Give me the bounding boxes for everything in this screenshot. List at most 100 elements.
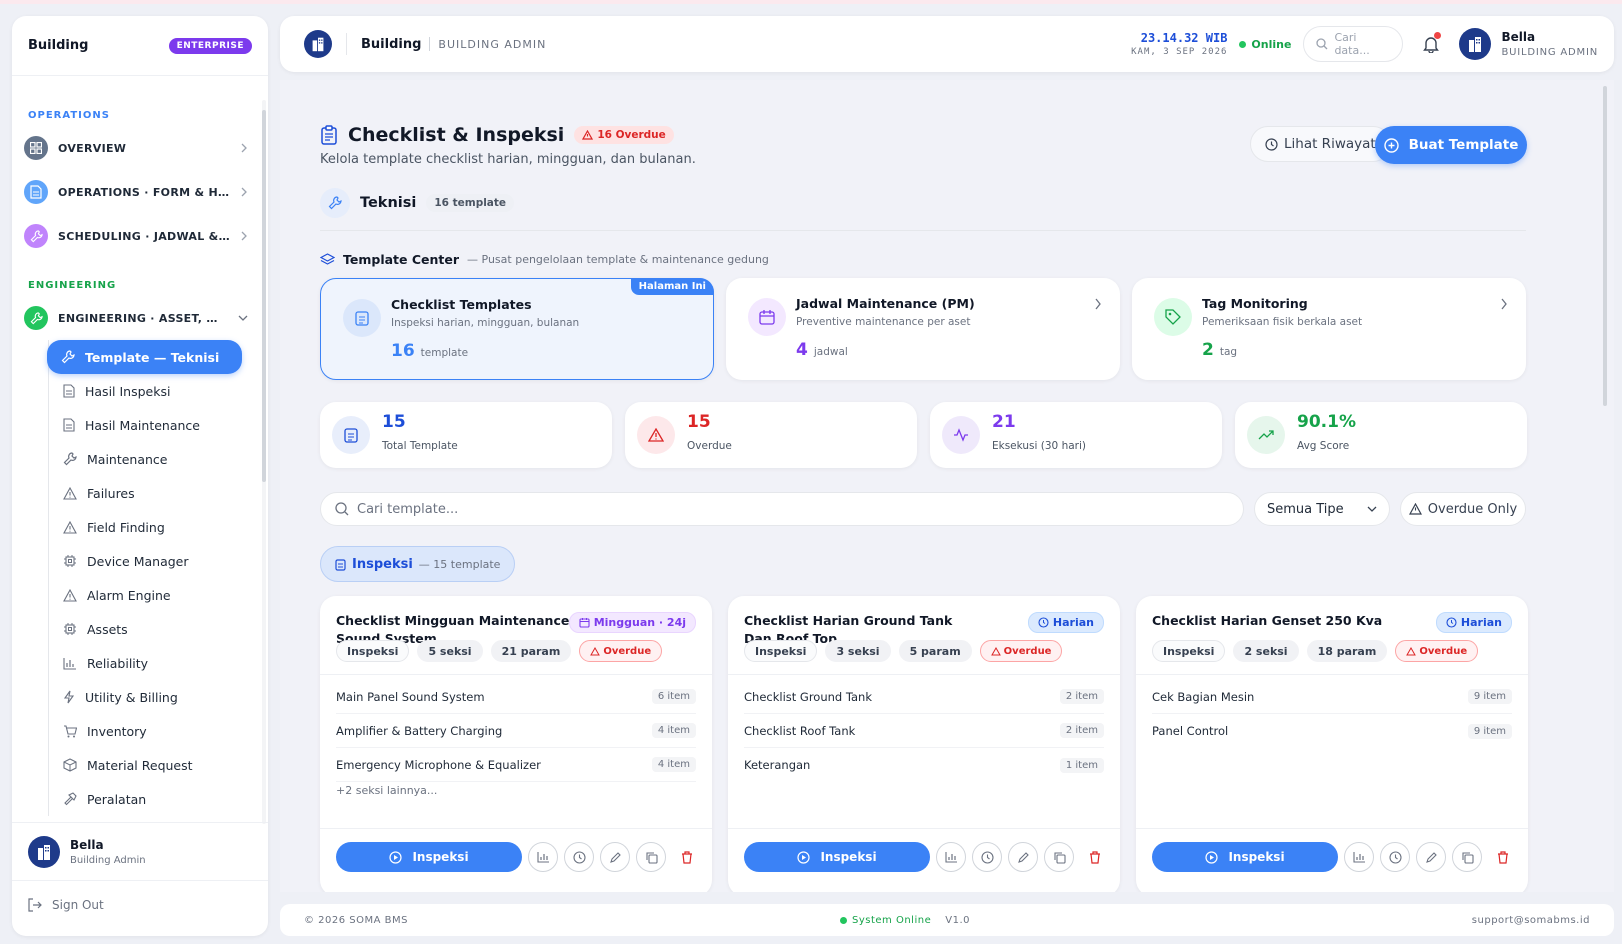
stats-button[interactable] xyxy=(1344,842,1374,872)
section-name: Emergency Microphone & Equalizer xyxy=(336,757,541,772)
role-name: Teknisi xyxy=(360,195,417,211)
sidebar-subitem[interactable]: Reliability xyxy=(49,646,260,680)
sidebar-subitem[interactable]: Assets xyxy=(49,612,260,646)
maintenance-schedule-card[interactable]: Jadwal Maintenance (PM) Preventive maint… xyxy=(726,278,1120,380)
template-card[interactable]: Checklist Harian Genset 250 Kva Harian Ins… xyxy=(1136,596,1528,892)
template-actions: Inspeksi xyxy=(744,842,1110,872)
duplicate-button[interactable] xyxy=(1452,842,1482,872)
section-row: Amplifier & Battery Charging 4 item xyxy=(336,714,696,748)
group-tab-inspeksi[interactable]: Inspeksi — 15 template xyxy=(320,546,516,582)
sidebar-subitem[interactable]: Maintenance xyxy=(49,442,260,476)
edit-button[interactable] xyxy=(600,842,630,872)
type-select-value: Semua Tipe xyxy=(1267,501,1344,517)
template-center-subtitle: — Pusat pengelolaan template & maintenan… xyxy=(467,253,769,266)
template-center-label: Template Center xyxy=(343,252,460,267)
stats-button[interactable] xyxy=(528,842,558,872)
delete-button[interactable] xyxy=(1080,842,1110,872)
wrench-icon xyxy=(61,350,75,364)
main-scrollbar[interactable] xyxy=(1603,86,1607,406)
duplicate-button[interactable] xyxy=(1044,842,1074,872)
overdue-only-toggle[interactable]: Overdue Only xyxy=(1400,492,1526,526)
clipboard-icon xyxy=(335,558,346,571)
delete-button[interactable] xyxy=(672,842,702,872)
trash-icon xyxy=(1089,850,1101,864)
edit-button[interactable] xyxy=(1416,842,1446,872)
nav-scheduling[interactable]: SCHEDULING · JADWAL & PIKET xyxy=(12,214,260,258)
stats-icon xyxy=(536,851,550,863)
start-inspection-button[interactable]: Inspeksi xyxy=(336,842,522,872)
card-count: 16 template xyxy=(391,341,468,361)
template-search-input[interactable]: Cari template... xyxy=(320,492,1244,526)
history-button[interactable] xyxy=(972,842,1002,872)
start-inspection-button[interactable]: Inspeksi xyxy=(744,842,930,872)
nav-operations-form[interactable]: OPERATIONS · FORM & HASIL xyxy=(12,170,260,214)
template-actions: Inspeksi xyxy=(336,842,702,872)
create-template-button[interactable]: Buat Template xyxy=(1375,126,1527,164)
template-chip: 5 seksi xyxy=(417,640,483,662)
calendar-icon xyxy=(579,617,590,628)
nav-overview[interactable]: OVERVIEW xyxy=(12,126,260,170)
template-chip: Inspeksi xyxy=(1152,640,1226,662)
template-card[interactable]: Checklist Mingguan Maintenance Sound Sys… xyxy=(320,596,712,892)
clipboard-icon xyxy=(343,299,381,337)
sidebar-user[interactable]: Bella Building Admin xyxy=(12,822,268,880)
stats-button[interactable] xyxy=(936,842,966,872)
template-card[interactable]: Checklist Harian Ground Tank Dan Roof To… xyxy=(728,596,1120,892)
avatar xyxy=(28,835,60,868)
section-count: 9 item xyxy=(1467,689,1512,704)
duplicate-icon xyxy=(1053,851,1066,864)
duplicate-icon xyxy=(1461,851,1474,864)
box-icon xyxy=(63,758,77,772)
section-row: Main Panel Sound System 6 item xyxy=(336,680,696,714)
sidebar-subitem[interactable]: Failures xyxy=(49,476,260,510)
stats-icon xyxy=(1352,851,1366,863)
history-button[interactable] xyxy=(1380,842,1410,872)
sidebar-subitem[interactable]: Utility & Billing xyxy=(49,680,260,714)
sidebar-subitem[interactable]: Template — Teknisi xyxy=(47,340,242,374)
sidebar-subitem[interactable]: Device Manager xyxy=(49,544,260,578)
overdue-chip: Overdue xyxy=(979,640,1063,662)
sidebar-subitem[interactable]: Alarm Engine xyxy=(49,578,260,612)
history-button[interactable]: Lihat Riwayat xyxy=(1250,126,1391,162)
support-email-link[interactable]: support@somabms.id xyxy=(1472,915,1590,926)
footer-status: System Online V1.0 xyxy=(840,915,970,926)
sidebar-subitem[interactable]: Inventory xyxy=(49,714,260,748)
nav-engineering[interactable]: ENGINEERING · ASSET, MAINTENANCE xyxy=(12,296,260,340)
duplicate-icon xyxy=(645,851,658,864)
checklist-templates-card[interactable]: Halaman Ini Checklist Templates Inspeksi… xyxy=(320,278,714,380)
duplicate-button[interactable] xyxy=(636,842,666,872)
overdue-chip-label: Overdue xyxy=(603,645,652,657)
header-user-menu[interactable]: Bella BUILDING ADMIN xyxy=(1459,28,1598,60)
sidebar-subitem-label: Template — Teknisi xyxy=(85,349,220,365)
history-button[interactable] xyxy=(564,842,594,872)
more-sections-link[interactable]: +2 seksi lainnya... xyxy=(336,784,696,797)
warning-icon xyxy=(63,486,77,500)
template-center-title: Template Center — Pusat pengelolaan temp… xyxy=(320,252,769,267)
notification-button[interactable] xyxy=(1423,32,1442,53)
delete-button[interactable] xyxy=(1488,842,1518,872)
sidebar-subitem[interactable]: Peralatan xyxy=(49,782,260,816)
global-search-input[interactable]: Cari data... xyxy=(1303,26,1404,62)
cart-icon xyxy=(63,724,77,738)
nav-label: ENGINEERING · ASSET, MAINTENANCE xyxy=(58,311,228,325)
clock: 23.14.32 WIB KAM, 3 SEP 2026 xyxy=(1131,31,1227,57)
overdue-badge: 16 Overdue xyxy=(574,126,674,144)
sidebar-subitem[interactable]: Material Request xyxy=(49,748,260,782)
template-chip: 2 seksi xyxy=(1233,640,1299,662)
sign-out-button[interactable]: Sign Out xyxy=(12,880,268,928)
start-inspection-button[interactable]: Inspeksi xyxy=(1152,842,1338,872)
type-select[interactable]: Semua Tipe xyxy=(1254,492,1390,526)
template-chip: 18 param xyxy=(1306,640,1388,662)
sidebar-subitem[interactable]: Hasil Inspeksi xyxy=(49,374,260,408)
template-chip: 3 seksi xyxy=(825,640,891,662)
stat-value: 15 xyxy=(382,412,406,432)
sidebar-scrollbar[interactable] xyxy=(262,110,266,482)
edit-button[interactable] xyxy=(1008,842,1038,872)
divider xyxy=(728,674,1120,675)
page-subtitle: Kelola template checklist harian, minggu… xyxy=(320,152,696,167)
sidebar-subitem[interactable]: Field Finding xyxy=(49,510,260,544)
tag-monitoring-card[interactable]: Tag Monitoring Pemeriksaan fisik berkala… xyxy=(1132,278,1526,380)
section-list: Main Panel Sound System 6 item Amplifier &… xyxy=(336,680,696,797)
sidebar-subitem-label: Material Request xyxy=(87,757,193,773)
sidebar-subitem[interactable]: Hasil Maintenance xyxy=(49,408,260,442)
